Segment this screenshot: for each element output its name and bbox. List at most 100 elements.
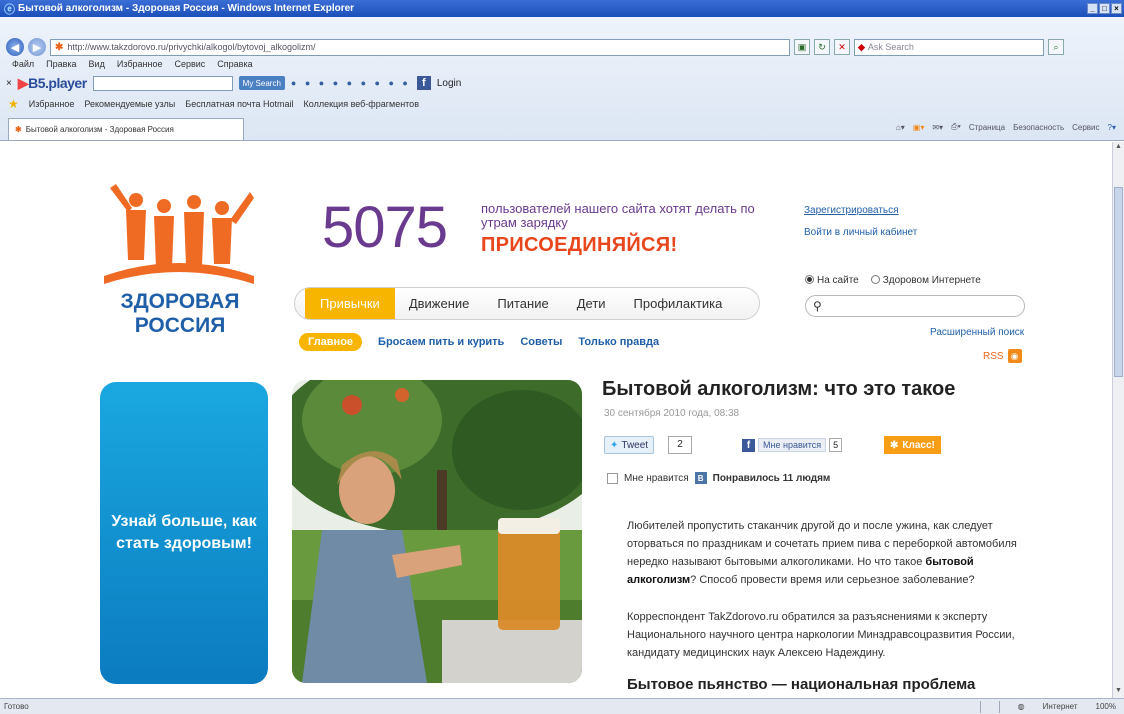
article-photo	[292, 380, 582, 683]
back-button[interactable]: ◀	[6, 38, 24, 56]
address-bar[interactable]: ✱ http://www.takzdorovo.ru/privychki/alk…	[50, 38, 790, 56]
my-search-button[interactable]: My Search	[238, 76, 285, 90]
subnav-truth[interactable]: Только правда	[578, 336, 659, 348]
promo-banner[interactable]: Узнай больше, как стать здоровым!	[100, 382, 268, 684]
vk-icon: B	[694, 472, 707, 484]
toolbar-icons[interactable]: ● ● ● ● ● ● ● ● ●	[291, 78, 411, 88]
scroll-down-arrow[interactable]: ▼	[1114, 687, 1123, 697]
command-bar: ⌂▾ ▣▾ ✉▾ ⎙▾ Страница Безопасность Сервис…	[896, 122, 1116, 132]
status-bar: Готово ◍ Интернет 100%	[0, 698, 1124, 714]
article-paragraph: Корреспондент TakZdorovo.ru обратился за…	[627, 611, 1015, 659]
browser-search-input[interactable]: ◆ Ask Search	[854, 38, 1044, 56]
compat-view-icon[interactable]: ▣	[794, 39, 810, 55]
browser-tab[interactable]: ✱ Бытовой алкоголизм - Здоровая Россия	[8, 118, 244, 140]
tab-favicon: ✱	[15, 125, 22, 134]
fb-like-count: 5	[829, 438, 843, 452]
fb-like-button[interactable]: f Мне нравится 5	[742, 436, 843, 454]
fav-link-2[interactable]: Бесплатная почта Hotmail	[185, 99, 293, 109]
tweet-count: 2	[668, 436, 692, 454]
favorites-label[interactable]: Избранное	[29, 99, 75, 109]
subnav-tips[interactable]: Советы	[520, 336, 562, 348]
radio-site[interactable]: На сайте	[805, 275, 859, 286]
nav-children[interactable]: Дети	[563, 288, 620, 319]
search-scope: На сайте Здоровом Интернете	[805, 275, 981, 286]
print-icon[interactable]: ⎙▾	[951, 122, 961, 132]
b5-toolbar: × ▶B5.player My Search ● ● ● ● ● ● ● ● ●…	[6, 73, 1116, 93]
vk-like-checkbox[interactable]	[607, 472, 618, 484]
page-scrollbar[interactable]: ▲ ▼	[1112, 142, 1124, 698]
favorites-star-icon[interactable]: ★	[8, 97, 19, 111]
nav-movement[interactable]: Движение	[395, 288, 484, 319]
rss-link[interactable]: RSS ◉	[983, 349, 1022, 363]
search-go-icon[interactable]: ⌕	[1048, 39, 1064, 55]
scroll-thumb[interactable]	[1114, 187, 1123, 377]
main-nav: Привычки Движение Питание Дети Профилакт…	[294, 287, 760, 320]
zone-label: Интернет	[1042, 702, 1078, 711]
logo-wordmark[interactable]: ЗДОРОВАЯ РОССИЯ	[110, 290, 250, 338]
tweet-button[interactable]: ✦ Tweet	[604, 436, 655, 454]
site-favicon: ✱	[55, 41, 64, 53]
menu-favorites[interactable]: Избранное	[117, 59, 163, 69]
advanced-search-link[interactable]: Расширенный поиск	[930, 327, 1024, 338]
radio-site-dot[interactable]	[805, 275, 814, 284]
menu-help[interactable]: Справка	[217, 59, 252, 69]
radio-web[interactable]: Здоровом Интернете	[870, 275, 981, 286]
toolbar-close-icon[interactable]: ×	[6, 78, 12, 89]
window-title: Бытовой алкоголизм - Здоровая Россия - W…	[18, 3, 355, 14]
fav-link-1[interactable]: Рекомендуемые узлы	[84, 99, 175, 109]
page-content: ЗДОРОВАЯ РОССИЯ 5075 пользователей нашег…	[0, 142, 1112, 698]
forward-button[interactable]: ▶	[28, 38, 46, 56]
vk-like-label[interactable]: Мне нравится	[624, 473, 689, 484]
subnav-quit[interactable]: Бросаем пить и курить	[378, 336, 504, 348]
share-bar: ✦ Tweet 2 f Мне нравится 5 ✱ Класс!	[604, 436, 964, 460]
minimize-button[interactable]: _	[1087, 3, 1098, 14]
site-search-input[interactable]: ⚲	[805, 295, 1025, 317]
rss-label: RSS	[983, 350, 1004, 362]
nav-prevention[interactable]: Профилактика	[620, 288, 737, 319]
cmd-page[interactable]: Страница	[969, 123, 1005, 132]
facebook-icon[interactable]: f	[416, 76, 431, 90]
nav-nutrition[interactable]: Питание	[483, 288, 562, 319]
b5-player-logo[interactable]: ▶B5.player	[18, 75, 87, 92]
tab-row: ✱ Бытовой алкоголизм - Здоровая Россия ⌂…	[0, 118, 1124, 140]
search-icon: ⚲	[813, 299, 822, 313]
register-link[interactable]: Зарегистрироваться	[804, 200, 917, 222]
article-subheading: Бытовое пьянство — национальная проблема	[627, 676, 976, 693]
vk-like: Мне нравится B Понравилось 11 людям	[607, 472, 830, 484]
maximize-button[interactable]: □	[1099, 3, 1110, 14]
tab-title: Бытовой алкоголизм - Здоровая Россия	[25, 125, 174, 134]
fav-link-3[interactable]: Коллекция веб-фрагментов	[304, 99, 419, 109]
browser-chrome: ◀ ▶ ✱ http://www.takzdorovo.ru/privychki…	[0, 17, 1124, 141]
stop-icon[interactable]: ✕	[834, 39, 850, 55]
search-placeholder: Ask Search	[867, 42, 914, 52]
scroll-up-arrow[interactable]: ▲	[1114, 143, 1123, 153]
article-date: 30 сентября 2010 года, 08:38	[604, 408, 740, 419]
home-icon[interactable]: ⌂▾	[896, 123, 905, 132]
mail-icon[interactable]: ✉▾	[932, 123, 943, 132]
refresh-icon[interactable]: ↻	[814, 39, 830, 55]
window-titlebar: ⓔ Бытовой алкоголизм - Здоровая Россия -…	[0, 0, 1124, 17]
menu-tools[interactable]: Сервис	[174, 59, 205, 69]
cmd-security[interactable]: Безопасность	[1013, 123, 1064, 132]
cmd-tools[interactable]: Сервис	[1072, 123, 1099, 132]
toolbar-search-input[interactable]	[92, 75, 233, 91]
article-lead: Любителей пропустить стаканчик другой до…	[627, 520, 1017, 586]
menu-view[interactable]: Вид	[89, 59, 105, 69]
account-links: Зарегистрироваться Войти в личный кабине…	[804, 200, 917, 244]
facebook-login[interactable]: Login	[437, 78, 461, 89]
help-icon[interactable]: ?▾	[1108, 123, 1116, 132]
menu-file[interactable]: Файл	[12, 59, 34, 69]
logo-line-1: ЗДОРОВАЯ	[120, 290, 240, 313]
nav-habits[interactable]: Привычки	[305, 288, 395, 319]
menu-edit[interactable]: Правка	[46, 59, 76, 69]
close-button[interactable]: ×	[1111, 3, 1122, 14]
fb-like-label: Мне нравится	[758, 438, 827, 452]
subnav-main[interactable]: Главное	[299, 333, 363, 351]
join-link[interactable]: ПРИСОЕДИНЯЙСЯ!	[481, 234, 677, 257]
cabinet-link[interactable]: Войти в личный кабинет	[804, 222, 917, 244]
radio-web-dot[interactable]	[870, 275, 880, 284]
feeds-icon[interactable]: ▣▾	[913, 123, 925, 132]
favorites-bar: ★ Избранное Рекомендуемые узлы Бесплатна…	[8, 97, 419, 111]
zoom-level[interactable]: 100%	[1096, 702, 1116, 711]
odnoklassniki-button[interactable]: ✱ Класс!	[884, 436, 941, 454]
